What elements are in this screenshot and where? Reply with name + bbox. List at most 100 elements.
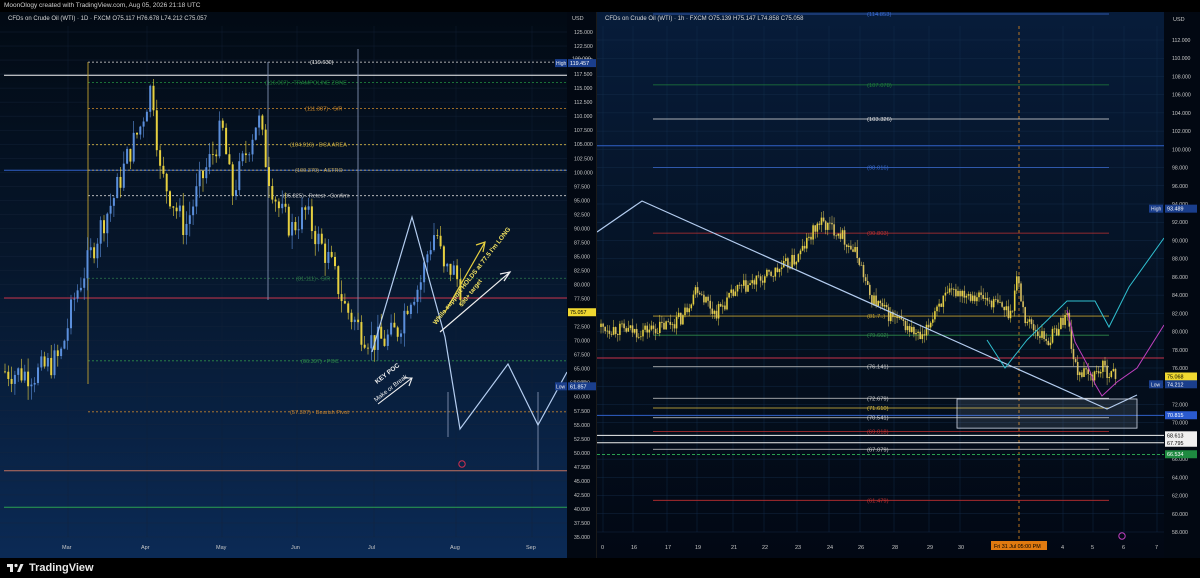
hourly-chart-canvas[interactable]: (114.853) (107.078) (103.326) (98.016) (90.8… xyxy=(597,12,1200,558)
level-label: (72.679) xyxy=(867,396,889,402)
level-label: (103.326) xyxy=(867,117,892,123)
candle-body xyxy=(63,340,66,349)
candle-body xyxy=(692,294,695,305)
candle-body xyxy=(1047,340,1050,346)
candle-body xyxy=(386,334,389,346)
tradingview-logo-icon xyxy=(7,563,24,572)
candle-body xyxy=(109,205,112,214)
demand-zone-box xyxy=(956,398,1138,429)
candle-body xyxy=(785,258,787,262)
candle-body xyxy=(885,304,888,308)
attribution-text: MoonOlogy created with TradingView.com, … xyxy=(4,2,201,9)
candle-body xyxy=(211,154,214,155)
candle-body xyxy=(864,277,867,282)
price-tick: 97.500 xyxy=(574,184,590,190)
candle-body xyxy=(419,282,422,290)
candle-body xyxy=(988,300,991,302)
time-tick: 30 xyxy=(958,545,964,551)
price-tick: 117.500 xyxy=(574,72,592,78)
daily-chart-pane[interactable]: (119.630) (116.007) - TRAMPOLINE ZONE (111… xyxy=(0,12,597,558)
candle-body xyxy=(43,356,46,367)
candle-body xyxy=(715,310,718,319)
hourly-chart-pane[interactable]: (114.853) (107.078) (103.326) (98.016) (90.8… xyxy=(597,12,1200,558)
candle-body xyxy=(1028,319,1031,322)
candle-body xyxy=(79,287,82,291)
time-tick: 21 xyxy=(731,545,737,551)
candle-body xyxy=(1024,307,1026,324)
candle-body xyxy=(673,324,676,329)
candle-body xyxy=(1062,317,1064,325)
candle-body xyxy=(1110,371,1113,377)
candle-body xyxy=(986,297,989,301)
candle-body xyxy=(810,236,812,240)
candle-body xyxy=(761,280,764,283)
candle-body xyxy=(178,205,181,212)
candle-body xyxy=(612,327,615,335)
candle-body xyxy=(198,170,201,187)
candle-body xyxy=(1016,276,1018,291)
candle-body xyxy=(56,350,59,357)
candle-body xyxy=(738,284,741,286)
candle-body xyxy=(799,250,802,255)
candle-body xyxy=(426,254,429,263)
candle-body xyxy=(449,263,452,275)
candle-body xyxy=(1003,306,1005,311)
candle-body xyxy=(1049,342,1052,346)
candle-body xyxy=(271,186,274,200)
high-price-label: High xyxy=(1151,207,1162,213)
price-tick: 72.000 xyxy=(1172,402,1188,408)
candle-body xyxy=(841,230,844,239)
candle-body xyxy=(946,292,949,294)
price-tick: 86.000 xyxy=(1172,275,1188,281)
candle-body xyxy=(606,330,609,332)
candle-body xyxy=(46,357,49,367)
time-tick: 28 xyxy=(892,545,898,551)
candle-body xyxy=(701,294,703,296)
candle-body xyxy=(911,327,913,332)
candle-body xyxy=(169,191,171,207)
candle-body xyxy=(604,326,606,332)
candle-body xyxy=(772,275,774,277)
candle-body xyxy=(175,207,178,212)
candle-body xyxy=(1093,371,1096,381)
candle-body xyxy=(165,173,168,192)
time-tick: Aug xyxy=(450,545,460,551)
candle-body xyxy=(268,167,270,187)
tradingview-logo[interactable]: TradingView xyxy=(6,562,94,574)
price-tick: 80.000 xyxy=(1172,330,1188,336)
candle-body xyxy=(669,321,672,325)
candle-body xyxy=(53,350,56,376)
candle-body xyxy=(690,304,693,309)
candle-body xyxy=(281,203,284,209)
candle-body xyxy=(806,237,808,249)
candle-body xyxy=(1108,376,1110,378)
time-tick: Apr xyxy=(141,545,150,551)
daily-chart-canvas[interactable]: (119.630) (116.007) - TRAMPOLINE ZONE (111… xyxy=(0,12,597,558)
candle-body xyxy=(264,129,267,168)
candle-body xyxy=(801,245,804,251)
candle-body xyxy=(978,292,980,298)
candle-body xyxy=(330,251,333,257)
candle-body xyxy=(848,245,850,248)
candle-body xyxy=(215,154,218,157)
level-label: (104.916) - DCA AREA xyxy=(290,143,347,149)
candle-body xyxy=(241,153,244,162)
candle-body xyxy=(337,266,340,295)
price-tick: 98.000 xyxy=(1172,166,1188,172)
candle-body xyxy=(429,250,432,255)
time-tick: 6 xyxy=(1122,545,1125,551)
price-tick: 60.000 xyxy=(1172,512,1188,518)
candle-body xyxy=(757,275,760,277)
candle-body xyxy=(621,323,623,325)
candle-body xyxy=(287,206,290,236)
currency-label: USD xyxy=(572,16,584,22)
candle-body xyxy=(370,335,373,349)
level-label: (67.079) xyxy=(867,447,889,453)
candle-body xyxy=(324,243,327,263)
candle-body xyxy=(703,294,705,303)
candle-body xyxy=(1064,315,1066,325)
chart-legend: CFDs on Crude Oil (WTI) · 1D · FXCM O75.… xyxy=(8,16,208,22)
price-axis: 125.000122.500120.000117.500115.000112.5… xyxy=(555,12,597,558)
candle-body xyxy=(652,325,655,329)
candle-body xyxy=(10,378,13,384)
